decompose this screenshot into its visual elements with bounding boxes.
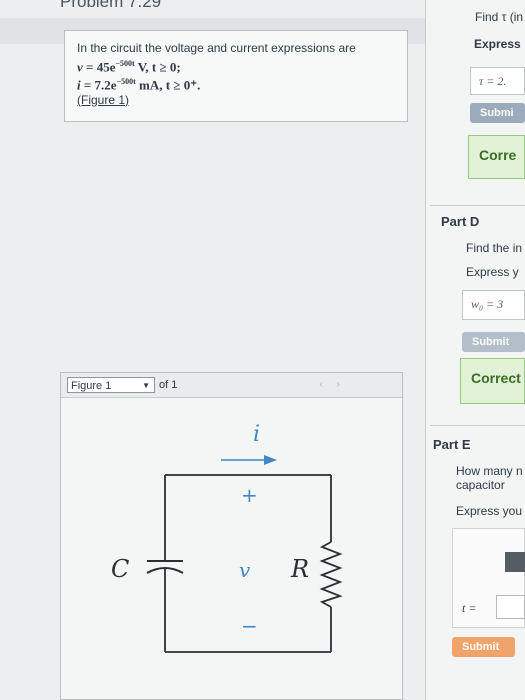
divider-part-d (430, 205, 525, 206)
part-c-prompt: Find τ (in (475, 10, 524, 24)
figure-select-value: Figure 1 (71, 380, 112, 392)
voltage-eq: = 45e (82, 59, 116, 75)
problem-intro: In the circuit the voltage and current e… (77, 41, 356, 55)
current-exponent: −500t (116, 77, 136, 87)
part-d-express: Express y (466, 265, 519, 279)
problem-statement: In the circuit the voltage and current e… (64, 30, 408, 122)
problem-column: Problem 7.29 In the circuit the voltage … (0, 0, 425, 700)
part-e-question-line1: How many n (456, 464, 523, 478)
figure-toolbar: Figure 1 ▼ of 1 ‹ › (61, 373, 402, 398)
voltage-tail: V, t ≥ 0; (134, 59, 181, 75)
part-d-submit-button[interactable]: Submit (462, 332, 525, 352)
part-e-express: Express you (456, 504, 523, 518)
figure-panel: Figure 1 ▼ of 1 ‹ › i + v − C R (60, 372, 403, 700)
part-e-title: Part E (433, 437, 471, 452)
voltage-expression: v = 45e−500t V, t ≥ 0; (77, 56, 395, 74)
plus-label: + (241, 483, 258, 507)
part-c-answer-input[interactable]: τ = 2. (470, 67, 525, 95)
current-expression: i = 7.2e−500t mA, t ≥ 0⁺. (77, 74, 395, 92)
resistor-label: R (290, 555, 309, 583)
part-d-prompt: Find the in (466, 241, 523, 255)
figure-link[interactable]: (Figure 1) (77, 93, 129, 107)
figure-select[interactable]: Figure 1 ▼ (67, 377, 155, 393)
current-arrow-head (264, 455, 277, 465)
current-eq: = 7.2e (80, 77, 117, 93)
part-d-correct-badge: Correct (460, 358, 525, 404)
circuit-diagram: i + v − C R (111, 422, 343, 653)
part-d-answer-input[interactable]: w₀ = 3 (462, 290, 525, 320)
part-c-submit-button[interactable]: Submi (470, 103, 525, 123)
next-figure-button[interactable]: › (331, 379, 345, 391)
part-c-correct-badge: Corre (468, 135, 525, 179)
figure-count: of 1 (159, 379, 178, 391)
resistor-zigzag (319, 541, 343, 608)
part-e-question-line2: capacitor (456, 478, 505, 492)
problem-title: Problem 7.29 (60, 0, 162, 11)
capacitor-label: C (111, 555, 129, 583)
divider-part-e (430, 425, 525, 426)
minus-label: − (241, 614, 258, 638)
voltage-label: v (239, 558, 251, 582)
equation-toolbar-icon[interactable] (505, 552, 525, 572)
part-e-answer-input[interactable] (496, 595, 525, 619)
part-e-submit-button[interactable]: Submit (452, 637, 515, 657)
part-e-answer-label: t = (462, 601, 477, 615)
current-label: i (253, 422, 260, 447)
part-d-title: Part D (441, 214, 480, 229)
voltage-exponent: −500t (115, 59, 135, 68)
prev-figure-button[interactable]: ‹ (314, 379, 328, 391)
current-tail: mA, t ≥ 0⁺. (135, 77, 201, 93)
chevron-down-icon: ▼ (142, 381, 150, 390)
part-c-express: Express (474, 37, 521, 51)
